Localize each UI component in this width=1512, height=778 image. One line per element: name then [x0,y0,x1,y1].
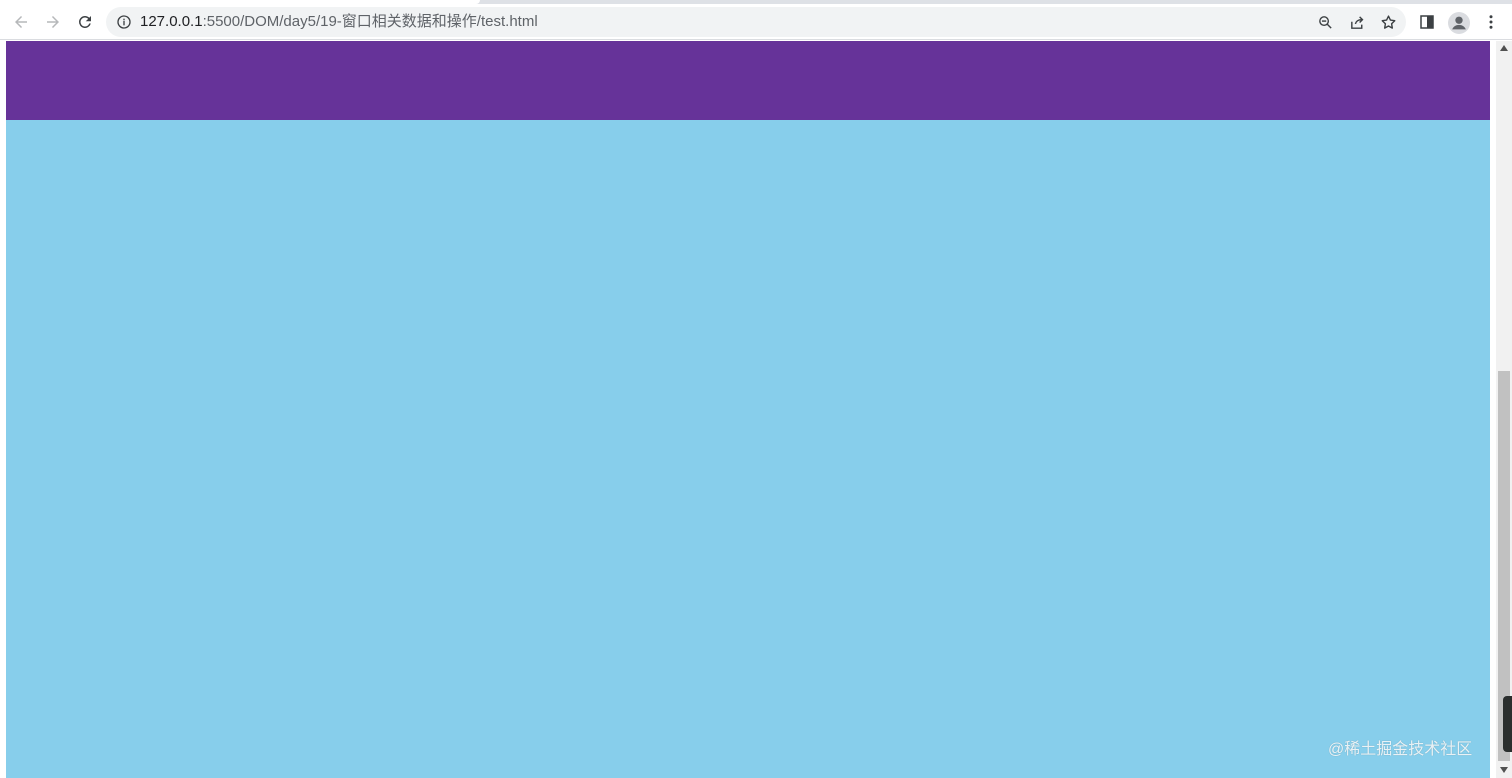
vertical-scrollbar[interactable] [1496,41,1512,778]
site-info-icon[interactable] [116,14,132,30]
scroll-up-button[interactable] [1496,41,1512,55]
forward-button[interactable] [38,7,68,37]
url-path: :5500/DOM/day5/19-窗口相关数据和操作/test.html [202,13,538,30]
bookmark-button[interactable] [1377,11,1399,33]
url-text: 127.0.0.1:5500/DOM/day5/19-窗口相关数据和操作/tes… [140,14,538,30]
purple-header-block [6,41,1490,120]
triangle-up-icon [1500,45,1508,51]
blue-content-block [6,120,1490,778]
page-viewport [0,41,1496,778]
more-menu-icon [1489,15,1493,29]
browser-toolbar: 127.0.0.1:5500/DOM/day5/19-窗口相关数据和操作/tes… [0,4,1512,40]
watermark-text: @稀土掘金技术社区 [1328,741,1473,758]
floating-side-widget[interactable] [1503,696,1512,752]
arrow-right-icon [47,16,59,28]
more-menu-button[interactable] [1476,7,1506,37]
star-icon [1381,14,1395,29]
scroll-down-button[interactable] [1496,763,1512,777]
side-panel-button[interactable] [1412,7,1442,37]
triangle-down-icon [1500,767,1508,773]
address-bar[interactable]: 127.0.0.1:5500/DOM/day5/19-窗口相关数据和操作/tes… [106,7,1406,37]
person-icon [1448,12,1470,34]
zoom-out-icon [1318,15,1332,29]
reload-button[interactable] [70,7,100,37]
profile-avatar[interactable] [1448,12,1470,34]
zoom-button[interactable] [1314,11,1336,33]
back-button[interactable] [6,7,36,37]
reload-icon [78,15,91,28]
share-button[interactable] [1346,11,1368,33]
url-host: 127.0.0.1 [140,13,203,30]
side-panel-icon [1420,15,1434,29]
share-icon [1350,15,1363,29]
arrow-left-icon [15,16,27,28]
